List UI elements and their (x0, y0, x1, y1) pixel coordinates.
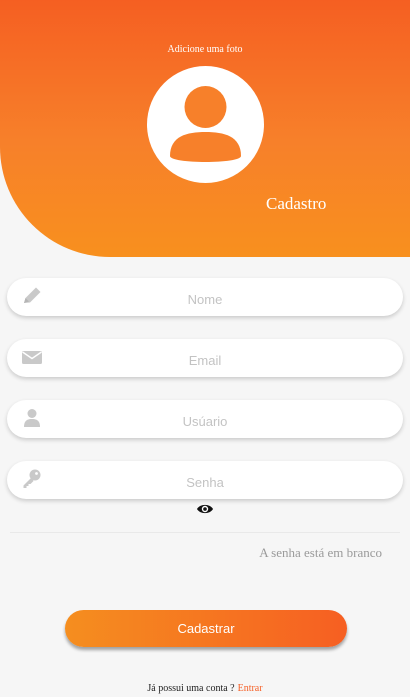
password-field[interactable] (7, 461, 403, 499)
avatar-photo-picker[interactable] (147, 66, 264, 183)
user-avatar-icon (170, 86, 241, 162)
login-question: Já possui uma conta ? (147, 683, 235, 694)
divider (10, 532, 400, 533)
email-field[interactable] (7, 339, 403, 377)
email-input[interactable] (7, 339, 403, 377)
login-link[interactable]: Entrar (238, 683, 263, 694)
username-field[interactable] (7, 400, 403, 438)
login-prompt: Já possui uma conta ? Entrar (0, 683, 410, 694)
header-banner: Adicione uma foto Cadastro (0, 0, 410, 257)
password-input[interactable] (7, 461, 403, 499)
username-input[interactable] (7, 400, 403, 438)
eye-icon[interactable] (196, 502, 214, 516)
add-photo-label[interactable]: Adicione uma foto (0, 44, 410, 55)
name-input[interactable] (7, 278, 403, 316)
password-error-message: A senha está em branco (259, 545, 382, 560)
page-title: Cadastro (266, 194, 327, 213)
register-button[interactable]: Cadastrar (65, 610, 347, 647)
name-field[interactable] (7, 278, 403, 316)
